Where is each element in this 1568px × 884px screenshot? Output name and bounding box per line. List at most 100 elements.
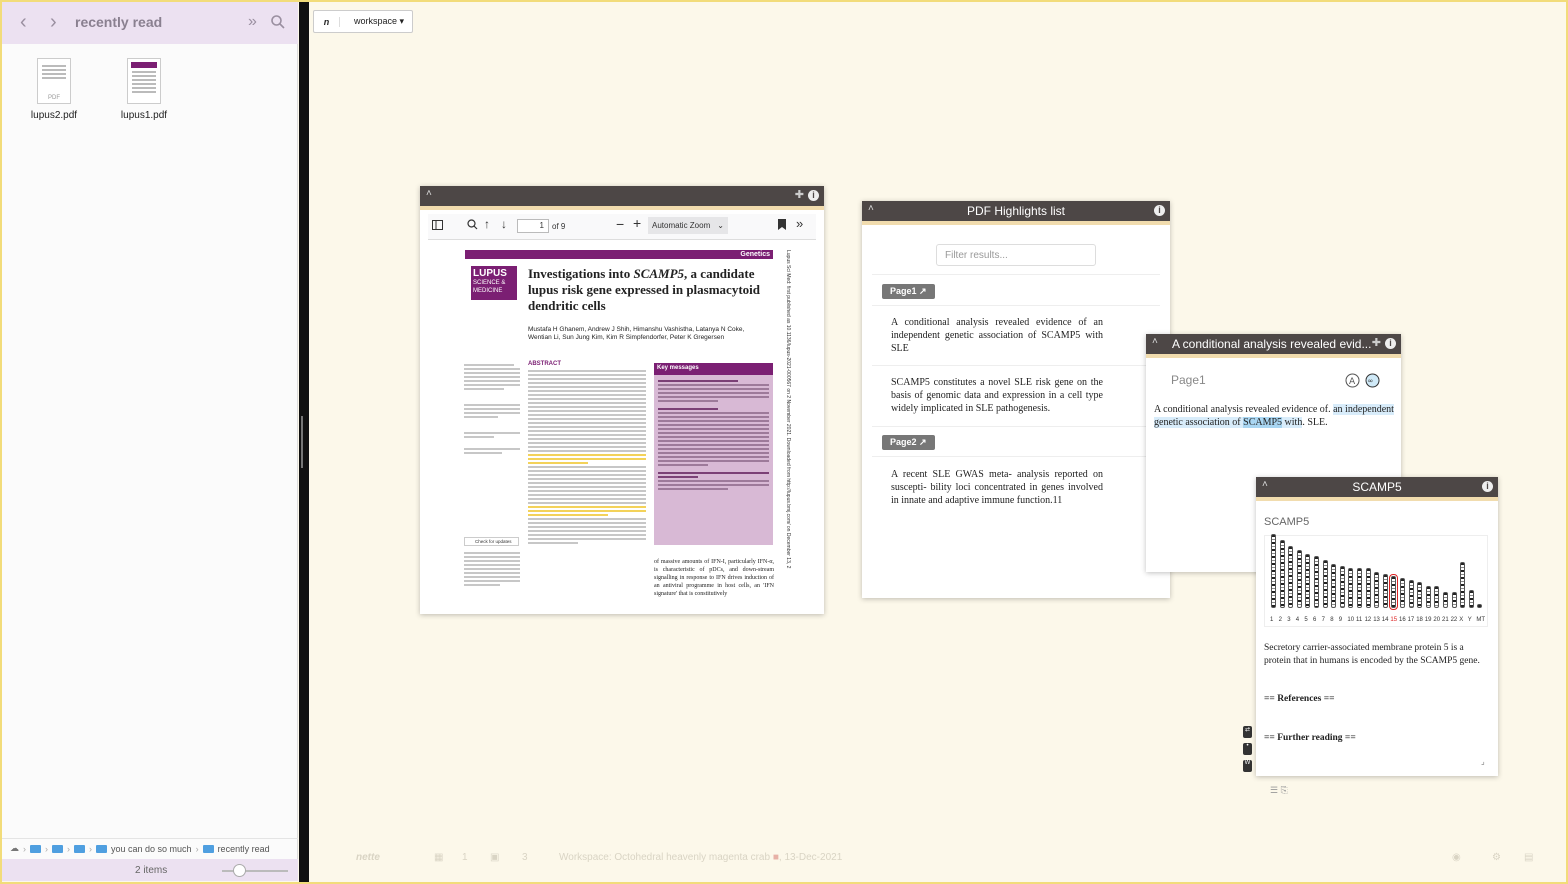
zoom-in-icon[interactable]: +	[633, 215, 641, 231]
info-icon[interactable]: i	[1154, 205, 1165, 216]
chromosome-label: 20	[1433, 617, 1441, 623]
tools-menu-icon[interactable]: »	[796, 216, 803, 231]
resize-handle[interactable]: ⌟	[1481, 757, 1485, 766]
zoom-out-icon[interactable]: −	[616, 216, 624, 232]
expand-icon[interactable]: ✚	[1372, 336, 1381, 349]
previous-page-icon[interactable]: ↑	[484, 217, 490, 231]
chromosome-3[interactable]	[1288, 546, 1294, 608]
expand-icon[interactable]: ✚	[795, 188, 804, 201]
chromosome-label: 2	[1278, 617, 1282, 623]
section-label: Genetics	[465, 250, 773, 259]
search-icon[interactable]	[270, 14, 286, 35]
list-view-icon[interactable]: ☰ ⎘	[1270, 785, 1288, 796]
split-divider[interactable]	[299, 2, 309, 882]
path-item-current[interactable]: recently read	[218, 844, 270, 854]
zoom-slider-handle[interactable]	[233, 864, 246, 877]
trash-icon[interactable]: ▤	[1524, 852, 1533, 863]
chromosome-4[interactable]	[1296, 550, 1302, 608]
chromosome-22[interactable]	[1451, 592, 1457, 608]
info-icon[interactable]: i	[1385, 338, 1396, 349]
folder-icon[interactable]	[30, 844, 41, 853]
bookmark-icon[interactable]	[778, 219, 786, 232]
abstract-text	[528, 370, 646, 546]
back-icon[interactable]: ‹	[20, 11, 27, 34]
folder-icon[interactable]	[74, 844, 85, 853]
highlight-item[interactable]: A conditional analysis revealed evidence…	[891, 316, 1103, 355]
svg-text:A: A	[1349, 377, 1356, 387]
path-item[interactable]: you can do so much	[111, 844, 192, 854]
chromosome-label: 8	[1330, 617, 1334, 623]
finder-title: recently read	[75, 14, 163, 30]
chromosome-6[interactable]	[1314, 556, 1319, 608]
chromosome-MT[interactable]	[1477, 604, 1483, 608]
chromosome-21[interactable]	[1443, 592, 1448, 608]
collapse-icon[interactable]: ˄	[426, 188, 432, 199]
chromosome-2[interactable]	[1279, 540, 1285, 608]
search-icon[interactable]	[467, 219, 478, 232]
dot-tool-icon[interactable]: •	[1243, 743, 1252, 755]
authors: Mustafa H Ghanem, Andrew J Shih, Himansh…	[528, 326, 745, 341]
chromosome-12[interactable]	[1365, 568, 1371, 608]
zoom-select[interactable]: Automatic Zoom ⌄	[648, 217, 728, 234]
check-updates-badge[interactable]: Check for updates	[464, 537, 519, 546]
chromosome-label: 14	[1381, 617, 1389, 623]
info-icon[interactable]: i	[808, 190, 819, 201]
annotation-icon[interactable]: A	[1345, 373, 1360, 393]
file-item[interactable]: lupus1.pdf	[104, 58, 184, 121]
chromosome-7[interactable]	[1322, 560, 1328, 608]
panel-header[interactable]: ˄ A conditional analysis revealed evid..…	[1146, 334, 1401, 354]
chromosome-10[interactable]	[1348, 568, 1354, 608]
panel-header[interactable]: ˄ SCAMP5 i	[1256, 477, 1498, 497]
file-item[interactable]: PDF lupus2.pdf	[14, 58, 94, 121]
wiki-tool-icon[interactable]: W	[1243, 760, 1252, 772]
info-icon[interactable]: i	[1482, 481, 1493, 492]
link-icon[interactable]: ∞	[1365, 373, 1380, 393]
side-toolbar: ⇄ • W	[1243, 726, 1253, 777]
more-icon[interactable]: »	[248, 13, 257, 31]
chromosome-20[interactable]	[1434, 586, 1440, 608]
pdf-viewer-panel: ˄ ✚ i ↑ ↓ 1 of 9 − + Automatic Zoom ⌄ » …	[420, 186, 824, 614]
chromosome-label: 3	[1287, 617, 1291, 623]
app-logo[interactable]: n	[314, 16, 340, 27]
chromosome-16[interactable]	[1400, 578, 1405, 608]
zoom-slider-track[interactable]	[222, 870, 288, 872]
forward-icon[interactable]: ›	[50, 11, 57, 34]
sidebar-toggle-icon[interactable]	[432, 220, 443, 232]
article-title: Investigations into SCAMP5, a candidate …	[528, 266, 760, 313]
chromosome-13[interactable]	[1374, 572, 1380, 608]
filter-input[interactable]: Filter results...	[936, 244, 1096, 266]
workspace-dropdown[interactable]: workspace ▾	[340, 16, 404, 27]
chromosome-15[interactable]	[1389, 574, 1399, 610]
folder-icon[interactable]	[52, 844, 63, 853]
highlights-panel: ˄ PDF Highlights list i Filter results..…	[862, 201, 1170, 598]
chromosome-9[interactable]	[1339, 566, 1345, 608]
collapse-icon[interactable]: ˄	[1152, 336, 1158, 347]
workspace-toolbar: n workspace ▾	[313, 10, 413, 33]
chromosome-5[interactable]	[1305, 554, 1311, 608]
gear-icon[interactable]: ⚙	[1492, 852, 1501, 863]
svg-text:∞: ∞	[1368, 377, 1374, 385]
chromosome-19[interactable]	[1425, 586, 1431, 608]
page-link-button[interactable]: Page1 ↗	[882, 284, 935, 299]
chromosome-label: 16	[1399, 617, 1406, 623]
panel-header[interactable]: ˄ PDF Highlights list i	[862, 201, 1170, 221]
chromosome-1[interactable]	[1271, 534, 1276, 608]
chromosome-17[interactable]	[1408, 580, 1414, 608]
chromosome-X[interactable]	[1460, 562, 1466, 608]
page-link-button[interactable]: Page2 ↗	[882, 435, 935, 450]
gene-description: Secretory carrier-associated membrane pr…	[1264, 643, 1480, 666]
chromosome-Y[interactable]	[1468, 590, 1474, 608]
cloud-icon[interactable]: ☁	[10, 843, 19, 854]
page-number-input[interactable]: 1	[517, 219, 549, 233]
next-page-icon[interactable]: ↓	[501, 217, 507, 231]
highlight-item[interactable]: SCAMP5 constitutes a novel SLE risk gene…	[891, 376, 1103, 415]
link-tool-icon[interactable]: ⇄	[1243, 726, 1252, 738]
highlight-item[interactable]: A recent SLE GWAS meta- analysis reporte…	[891, 468, 1103, 507]
chromosome-18[interactable]	[1417, 582, 1423, 608]
chromosome-8[interactable]	[1331, 564, 1337, 608]
chromosome-14[interactable]	[1382, 574, 1388, 608]
chat-icon[interactable]: ◉	[1452, 852, 1461, 863]
chromosome-label: 4	[1295, 617, 1300, 623]
panel-header[interactable]: ˄ ✚ i	[420, 186, 824, 206]
chromosome-11[interactable]	[1357, 568, 1362, 608]
